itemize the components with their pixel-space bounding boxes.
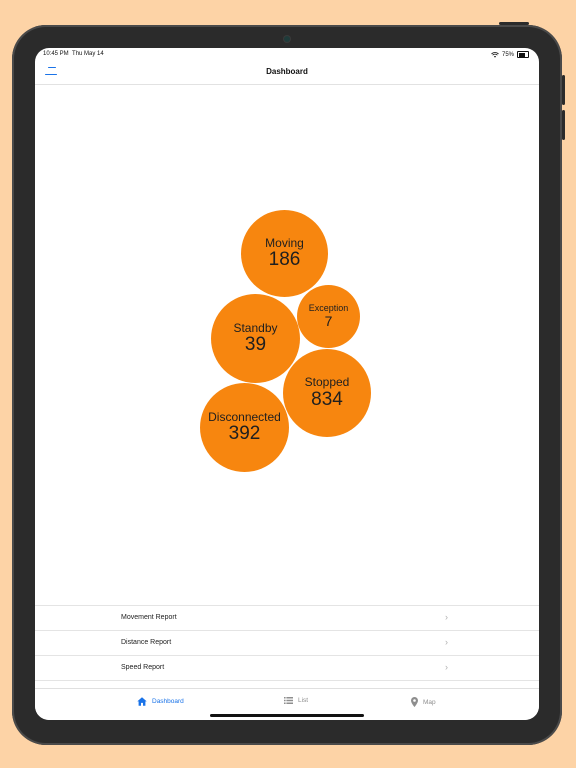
bubble-label: Disconnected (208, 409, 281, 424)
bubble-label: Stopped (304, 375, 350, 390)
status-bar: 10:45 PM Thu May 14 75% (35, 48, 539, 60)
bubble-value: 39 (244, 334, 267, 356)
navigation-bar: Dashboard (35, 60, 539, 85)
bubble-label: Exception (308, 302, 349, 313)
status-time: 10:45 PM Thu May 14 (43, 51, 104, 57)
bubble-stopped[interactable]: Stopped 834 (283, 349, 371, 437)
report-list: Movement Report › Distance Report › Spee… (35, 605, 539, 681)
tab-label: List (298, 697, 309, 704)
bubble-moving[interactable]: Moving 186 (241, 210, 328, 297)
home-icon (137, 697, 147, 706)
page-title: Dashboard (266, 67, 308, 76)
tab-label: Map (423, 698, 436, 706)
bubble-value: 392 (228, 423, 261, 445)
report-row-movement[interactable]: Movement Report › (35, 605, 539, 630)
status-date: Thu May 14 (72, 51, 104, 57)
tab-map[interactable]: Map (411, 697, 436, 707)
report-label: Speed Report (121, 664, 165, 671)
battery-percent: 75% (501, 51, 514, 58)
bubble-standby[interactable]: Standby 39 (211, 294, 300, 383)
volume-down-button (562, 110, 565, 140)
chevron-right-icon: › (445, 662, 448, 672)
tab-label: Dashboard (152, 698, 184, 705)
bubble-value: 186 (268, 249, 301, 271)
bubble-disconnected[interactable]: Disconnected 392 (200, 383, 289, 472)
bubble-value: 834 (311, 388, 343, 410)
bubble-exception[interactable]: Exception 7 (297, 285, 360, 348)
battery-icon (517, 51, 529, 58)
report-row-distance[interactable]: Distance Report › (35, 630, 539, 655)
tab-list[interactable]: List (284, 697, 308, 704)
map-pin-icon (411, 697, 418, 707)
report-label: Movement Report (121, 614, 177, 621)
report-label: Distance Report (121, 639, 172, 646)
home-indicator (210, 714, 364, 717)
chevron-right-icon: › (445, 612, 448, 622)
bubble-label: Standby (233, 320, 278, 335)
report-row-speed[interactable]: Speed Report › (35, 655, 539, 681)
status-right: 75% (491, 51, 529, 58)
power-button (499, 22, 529, 25)
list-icon (284, 697, 293, 704)
bubble-value: 7 (324, 313, 333, 330)
bubble-label: Moving (265, 235, 304, 250)
app-screen: 10:45 PM Thu May 14 75% Dashboard Moving… (35, 48, 539, 720)
status-time-text: 10:45 PM (43, 51, 69, 57)
front-camera (284, 36, 290, 42)
chevron-right-icon: › (445, 637, 448, 647)
tab-dashboard[interactable]: Dashboard (137, 697, 184, 706)
volume-up-button (562, 75, 565, 105)
wifi-icon (491, 51, 499, 58)
